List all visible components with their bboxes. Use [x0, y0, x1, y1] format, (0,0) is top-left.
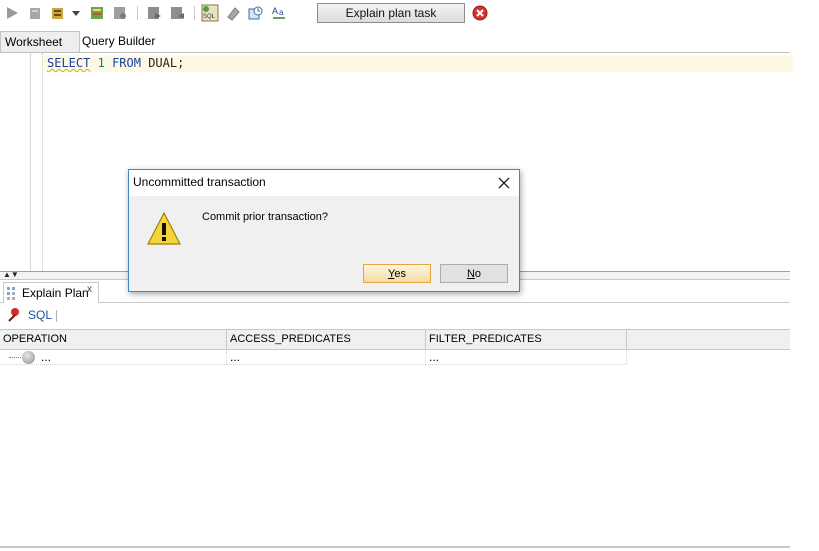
yes-button[interactable]: Yes	[363, 264, 431, 283]
cancel-task-icon[interactable]	[472, 5, 488, 21]
close-icon[interactable]	[495, 174, 513, 192]
svg-text:a: a	[279, 8, 284, 17]
chevron-down-icon[interactable]	[70, 4, 82, 22]
tab-explain-plan[interactable]: Explain Plan x	[3, 282, 99, 303]
warning-icon	[146, 211, 182, 247]
autotrace-icon[interactable]	[50, 4, 68, 22]
splitter-arrows-icon[interactable]: ▲▼	[3, 271, 19, 279]
explain-plan-icon[interactable]	[88, 4, 106, 22]
cell-filter-predicates[interactable]: ...	[426, 349, 627, 365]
toolbar-separator	[194, 6, 195, 20]
statement-terminator: ;	[177, 56, 185, 70]
tab-worksheet[interactable]: Worksheet	[0, 31, 80, 52]
operation-value: ...	[41, 350, 52, 364]
unshared-worksheet-icon[interactable]	[247, 4, 265, 22]
cell-operation[interactable]: ...	[0, 349, 227, 365]
explain-plan-tab-icon	[6, 286, 20, 303]
cell-access-predicates[interactable]: ...	[227, 349, 426, 365]
uncommitted-transaction-dialog: Uncommitted transaction Commit prior tra…	[128, 169, 520, 292]
commit-icon[interactable]	[145, 4, 163, 22]
run-statement-icon[interactable]	[3, 4, 21, 22]
column-header-access-predicates[interactable]: ACCESS_PREDICATES	[227, 330, 426, 349]
format-icon[interactable]: Aa	[270, 4, 288, 22]
keyword-from: FROM	[112, 56, 141, 70]
run-script-icon[interactable]	[26, 4, 44, 22]
eraser-icon[interactable]	[224, 4, 242, 22]
sql-link[interactable]: SQL	[28, 308, 52, 322]
dialog-titlebar[interactable]: Uncommitted transaction	[129, 170, 519, 196]
table-name: DUAL	[148, 56, 178, 70]
worksheet-tabs: Worksheet Query Builder	[0, 31, 790, 53]
keyword-select: SELECT	[47, 56, 91, 70]
toolbar-separator	[56, 310, 57, 322]
toolbar-separator	[137, 6, 138, 20]
tab-query-builder[interactable]: Query Builder	[78, 31, 159, 51]
current-code-line[interactable]: SELECT 1 FROM DUAL;	[44, 55, 793, 72]
tree-connector	[9, 357, 21, 358]
status-divider	[0, 546, 790, 548]
literal-number: 1	[97, 56, 105, 70]
rollback-icon[interactable]	[168, 4, 186, 22]
dialog-title: Uncommitted transaction	[133, 175, 266, 189]
pin-icon[interactable]	[7, 307, 21, 326]
plan-grid-header: OPERATION ACCESS_PREDICATES FILTER_PREDI…	[0, 329, 790, 350]
sql-tuning-icon[interactable]	[111, 4, 129, 22]
svg-text:A: A	[272, 6, 278, 16]
table-row[interactable]: ... ... ...	[0, 349, 627, 366]
close-icon[interactable]: x	[87, 284, 92, 295]
column-header-operation[interactable]: OPERATION	[0, 330, 227, 349]
results-toolbar: SQL	[0, 304, 790, 326]
explain-plan-tab-label: Explain Plan	[22, 286, 89, 300]
sql-history-icon[interactable]: SQL	[201, 4, 219, 22]
worksheet-toolbar: SQL Aa Explain plan task	[0, 0, 790, 26]
dialog-message: Commit prior transaction?	[202, 211, 328, 223]
line-gutter	[0, 53, 31, 271]
svg-text:SQL: SQL	[203, 14, 216, 20]
plan-node-icon	[22, 351, 35, 364]
column-header-filter-predicates[interactable]: FILTER_PREDICATES	[426, 330, 627, 349]
no-button[interactable]: No	[440, 264, 508, 283]
fold-guide	[42, 53, 43, 271]
explain-plan-task-button[interactable]: Explain plan task	[317, 3, 465, 23]
root: SQL Aa Explain plan task Worksheet Query…	[0, 0, 819, 551]
